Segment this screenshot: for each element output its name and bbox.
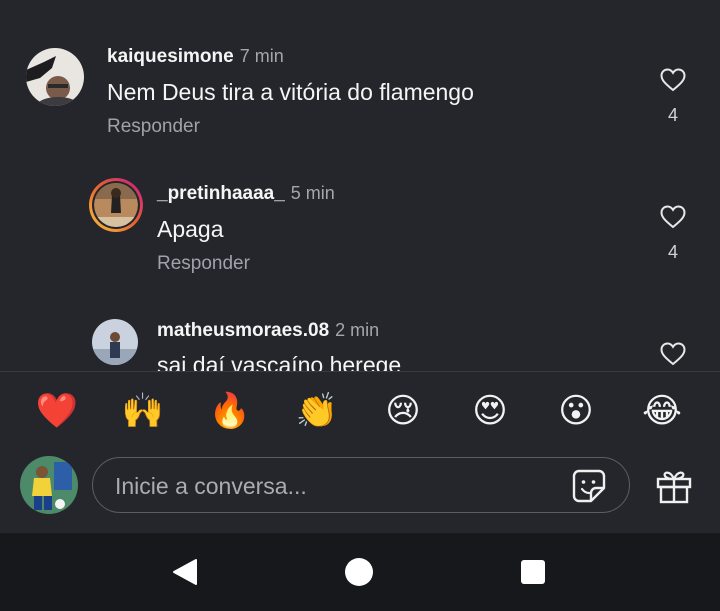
comment-time: 2 min — [335, 320, 380, 340]
heart-eyes-icon[interactable]: 😍 — [465, 386, 515, 436]
comment-composer — [0, 452, 720, 518]
comment-username[interactable]: kaiquesimone 7 min — [107, 46, 284, 68]
like-control: 4 — [658, 205, 688, 263]
heart-icon[interactable]: ❤️ — [32, 386, 82, 436]
like-count: 4 — [667, 242, 678, 262]
gift-icon[interactable] — [655, 467, 693, 505]
raising-hands-icon[interactable]: 🙌 — [118, 386, 168, 436]
like-count: 4 — [667, 105, 678, 125]
reply-button[interactable]: Responder — [157, 253, 250, 275]
comment-time: 7 min — [239, 46, 284, 66]
avatar[interactable] — [92, 319, 138, 365]
like-control: 4 — [658, 68, 688, 126]
heart-outline-icon[interactable] — [660, 205, 686, 229]
comments-screen: kaiquesimone 7 min Nem Deus tira a vitóri… — [0, 0, 720, 611]
recents-icon[interactable] — [518, 557, 548, 587]
comment-text: Nem Deus tira a vitória do flamengo — [107, 79, 474, 105]
comment-username[interactable]: _pretinhaaaa_ 5 min — [157, 183, 335, 205]
crying-face-icon[interactable]: 😢 — [378, 386, 428, 436]
sticker-icon[interactable] — [571, 468, 607, 504]
fire-icon[interactable]: 🔥 — [205, 386, 255, 436]
my-avatar[interactable] — [20, 456, 78, 514]
avatar[interactable] — [26, 48, 84, 106]
surprised-face-icon[interactable]: 😮 — [551, 386, 601, 436]
like-control — [658, 342, 688, 371]
heart-outline-icon[interactable] — [660, 342, 686, 366]
heart-outline-icon[interactable] — [660, 68, 686, 92]
comment-username-text[interactable]: matheusmoraes.08 — [157, 320, 329, 341]
comment-text: sai daí vascaíno herege — [157, 352, 402, 371]
comment-username[interactable]: matheusmoraes.08 2 min — [157, 320, 379, 342]
avatar-story-ring[interactable] — [89, 178, 143, 232]
comment-input[interactable] — [113, 470, 537, 502]
comment-username-text[interactable]: kaiquesimone — [107, 46, 234, 67]
comment-input-box — [92, 457, 630, 513]
divider — [0, 371, 720, 372]
comment-username-text[interactable]: _pretinhaaaa_ — [157, 183, 285, 204]
laughing-tears-icon[interactable]: 😂 — [637, 386, 687, 436]
comments-list[interactable]: kaiquesimone 7 min Nem Deus tira a vitóri… — [0, 0, 720, 371]
comment-time: 5 min — [290, 183, 335, 203]
comment-text: Apaga — [157, 216, 224, 242]
back-icon[interactable] — [170, 557, 200, 587]
quick-reactions-bar: ❤️ 🙌 🔥 👏 😢 😍 😮 😂 — [0, 386, 720, 436]
clapping-hands-icon[interactable]: 👏 — [292, 386, 342, 436]
home-icon[interactable] — [344, 557, 374, 587]
system-navigation-bar — [0, 533, 720, 611]
avatar — [92, 181, 140, 229]
reply-button[interactable]: Responder — [107, 116, 200, 138]
